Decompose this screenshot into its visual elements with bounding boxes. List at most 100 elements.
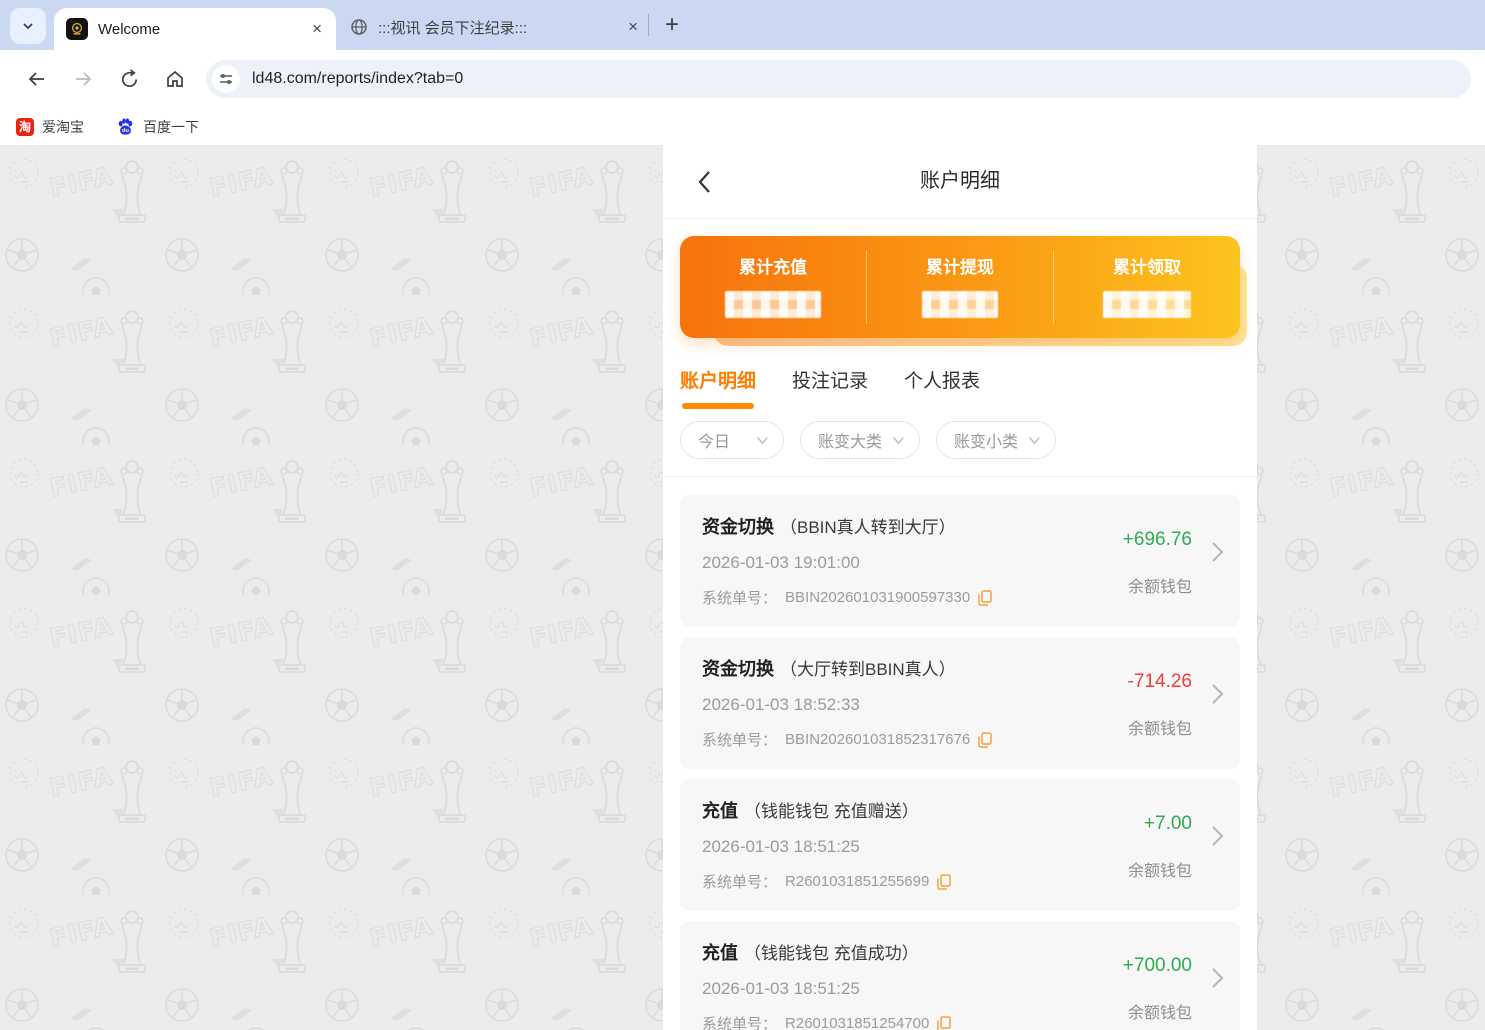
copy-icon[interactable] — [978, 590, 992, 606]
masked-value — [1103, 291, 1191, 318]
filter-category-major-dropdown[interactable]: 账变大类 — [800, 421, 920, 459]
site-settings-icon — [218, 71, 234, 87]
divider — [663, 218, 1257, 219]
bookmarks-bar: 淘 爱淘宝 du 百度一下 — [0, 108, 1485, 145]
browser-tab-strip: Welcome × :::视讯 会员下注纪录::: × + — [0, 0, 1485, 50]
bookmark-baidu[interactable]: du 百度一下 — [116, 117, 199, 137]
back-button[interactable] — [14, 68, 60, 90]
summary-total-deposit: 累计充值 — [680, 236, 866, 338]
report-tabs: 账户明细 投注记录 个人报表 — [680, 366, 1240, 409]
wallet-label: 余额钱包 — [1128, 857, 1192, 881]
forward-arrow-icon — [72, 68, 94, 90]
transaction-row[interactable]: 资金切换 （BBIN真人转到大厅） 2026-01-03 19:01:00 系统… — [680, 495, 1240, 627]
order-no-value: BBIN202601031900597330 — [785, 589, 970, 606]
filter-category-minor-dropdown[interactable]: 账变小类 — [936, 421, 1056, 459]
site-info-button[interactable] — [212, 65, 240, 93]
bookmark-taobao[interactable]: 淘 爱淘宝 — [16, 117, 84, 137]
browser-tab-betting-records[interactable]: :::视讯 会员下注纪录::: × — [350, 13, 640, 41]
forward-button[interactable] — [60, 68, 106, 90]
transaction-type: 充值 — [702, 797, 738, 823]
transaction-subtitle: （钱能钱包 充值赠送） — [744, 797, 919, 822]
new-tab-button[interactable]: + — [656, 9, 688, 41]
filter-date-dropdown[interactable]: 今日 — [680, 421, 784, 459]
browser-toolbar: ld48.com/reports/index?tab=0 — [0, 50, 1485, 108]
transaction-row[interactable]: 充值 （钱能钱包 充值赠送） 2026-01-03 18:51:25 系统单号：… — [680, 779, 1240, 911]
tab-bet-records[interactable]: 投注记录 — [792, 366, 868, 409]
transaction-datetime: 2026-01-03 18:51:25 — [702, 979, 1218, 999]
tab-search-button[interactable] — [10, 8, 46, 44]
transaction-amount: +696.76 — [1123, 529, 1192, 551]
tab-close-icon[interactable]: × — [310, 19, 324, 39]
tab-account-detail[interactable]: 账户明细 — [680, 366, 756, 409]
chevron-right-icon[interactable] — [1211, 683, 1224, 710]
globe-icon — [350, 18, 368, 36]
tab-close-icon[interactable]: × — [626, 17, 640, 37]
order-no-label: 系统单号： — [702, 587, 777, 608]
copy-icon[interactable] — [937, 1016, 951, 1030]
summary-card-stack: 累计充值 累计提现 累计领取 — [680, 236, 1240, 338]
transaction-subtitle: （大厅转到BBIN真人） — [780, 655, 956, 680]
chevron-left-icon — [697, 170, 711, 194]
transaction-row[interactable]: 充值 （钱能钱包 充值成功） 2026-01-03 18:51:25 系统单号：… — [680, 921, 1240, 1030]
chevron-right-icon[interactable] — [1211, 825, 1224, 852]
transaction-amount: +7.00 — [1144, 813, 1192, 835]
copy-icon[interactable] — [978, 732, 992, 748]
transaction-list: 资金切换 （BBIN真人转到大厅） 2026-01-03 19:01:00 系统… — [663, 477, 1257, 1030]
tab-title: :::视讯 会员下注纪录::: — [378, 17, 626, 38]
chevron-right-icon[interactable] — [1211, 541, 1224, 568]
site-logo-icon — [66, 18, 88, 40]
account-detail-panel: 账户明细 累计充值 累计提现 累计领取 — [663, 145, 1257, 1030]
tab-personal-report[interactable]: 个人报表 — [904, 366, 980, 409]
url-text[interactable]: ld48.com/reports/index?tab=0 — [252, 70, 463, 88]
masked-value — [922, 291, 998, 318]
transaction-type: 充值 — [702, 939, 738, 965]
active-tab-underline — [682, 403, 754, 409]
home-button[interactable] — [152, 68, 198, 90]
tab-separator — [648, 14, 649, 36]
transaction-subtitle: （BBIN真人转到大厅） — [780, 513, 956, 538]
order-no-label: 系统单号： — [702, 871, 777, 892]
wallet-label: 余额钱包 — [1128, 715, 1192, 739]
wallet-label: 余额钱包 — [1128, 573, 1192, 597]
baidu-paw-icon: du — [116, 117, 135, 136]
summary-total-withdraw: 累计提现 — [867, 236, 1053, 338]
chevron-right-icon[interactable] — [1211, 967, 1224, 994]
copy-icon[interactable] — [937, 874, 951, 890]
back-arrow-icon — [26, 68, 48, 90]
wallet-label: 余额钱包 — [1128, 999, 1192, 1023]
transaction-datetime: 2026-01-03 19:01:00 — [702, 553, 1218, 573]
address-bar[interactable]: ld48.com/reports/index?tab=0 — [206, 60, 1471, 98]
order-no-label: 系统单号： — [702, 1013, 777, 1030]
browser-tab-welcome[interactable]: Welcome × — [54, 8, 336, 50]
transaction-datetime: 2026-01-03 18:52:33 — [702, 695, 1218, 715]
taobao-icon: 淘 — [16, 118, 34, 136]
bookmark-label: 爱淘宝 — [42, 117, 84, 137]
masked-value — [725, 291, 821, 318]
reload-icon — [119, 69, 140, 90]
back-nav-button[interactable] — [697, 170, 711, 199]
summary-card: 累计充值 累计提现 累计领取 — [680, 236, 1240, 338]
page-title: 账户明细 — [663, 145, 1257, 218]
panel-header: 账户明细 — [663, 145, 1257, 218]
order-no-label: 系统单号： — [702, 729, 777, 750]
transaction-amount: +700.00 — [1123, 955, 1192, 977]
tab-title: Welcome — [98, 21, 310, 38]
reload-button[interactable] — [106, 69, 152, 90]
summary-total-claim: 累计领取 — [1054, 236, 1240, 338]
transaction-type: 资金切换 — [702, 655, 774, 681]
order-no-value: BBIN202601031852317676 — [785, 731, 970, 748]
page-viewport: FIFA — [0, 145, 1485, 1030]
transaction-amount: -714.26 — [1128, 671, 1192, 693]
chevron-down-icon — [21, 19, 35, 33]
chevron-down-icon — [756, 436, 769, 445]
bookmark-label: 百度一下 — [143, 117, 199, 137]
home-icon — [164, 68, 186, 90]
chevron-down-icon — [1028, 436, 1041, 445]
transaction-type: 资金切换 — [702, 513, 774, 539]
order-no-value: R2601031851254700 — [785, 1015, 929, 1030]
filter-row: 今日 账变大类 账变小类 — [680, 421, 1240, 476]
transaction-row[interactable]: 资金切换 （大厅转到BBIN真人） 2026-01-03 18:52:33 系统… — [680, 637, 1240, 769]
transaction-datetime: 2026-01-03 18:51:25 — [702, 837, 1218, 857]
transaction-subtitle: （钱能钱包 充值成功） — [744, 939, 919, 964]
order-no-value: R2601031851255699 — [785, 873, 929, 890]
